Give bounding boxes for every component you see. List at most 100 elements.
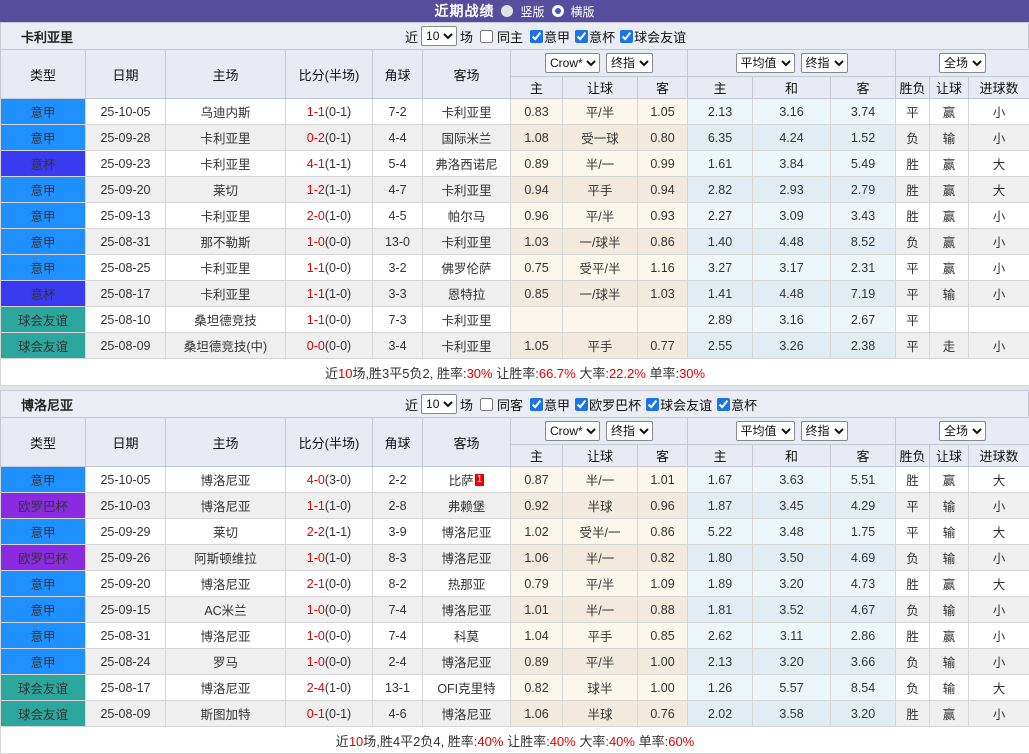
scope-select[interactable]: 全场 bbox=[939, 421, 986, 441]
match-date: 25-08-24 bbox=[86, 649, 166, 675]
col-result: 胜负 bbox=[896, 77, 930, 99]
match-score: 4-0(3-0) bbox=[286, 467, 373, 493]
result-flag: 胜 bbox=[896, 151, 930, 177]
away-team: 科莫 bbox=[423, 623, 511, 649]
home-team: 卡利亚里 bbox=[166, 203, 286, 229]
scope-select[interactable]: 全场 bbox=[939, 53, 986, 73]
match-type-badge: 意甲 bbox=[1, 203, 86, 229]
away-team: 博洛尼亚 bbox=[423, 597, 511, 623]
goals-flag: 小 bbox=[969, 597, 1029, 623]
result-flag: 平 bbox=[896, 281, 930, 307]
odds-dropdowns: Crow* 终指 bbox=[511, 418, 688, 445]
odds-home: 1.05 bbox=[511, 333, 563, 359]
match-date: 25-08-31 bbox=[86, 229, 166, 255]
avg-source-select[interactable]: 平均值 bbox=[736, 421, 795, 441]
away-team: 国际米兰 bbox=[423, 125, 511, 151]
goals-flag: 小 bbox=[969, 99, 1029, 125]
away-team: OFI克里特 bbox=[423, 675, 511, 701]
home-team: 乌迪内斯 bbox=[166, 99, 286, 125]
goals-flag: 大 bbox=[969, 571, 1029, 597]
radio-vertical-label[interactable]: 竖版 bbox=[520, 3, 544, 20]
result-flag: 平 bbox=[896, 99, 930, 125]
avg-home: 2.27 bbox=[688, 203, 753, 229]
match-row: 意甲25-09-29莱切2-2(1-1)3-9博洛尼亚1.02受半/一0.865… bbox=[1, 519, 1029, 545]
match-filters: 近 10 场 同主 意甲意杯球会友谊 bbox=[405, 26, 687, 46]
goals-flag: 小 bbox=[969, 545, 1029, 571]
match-score: 0-0(0-0) bbox=[286, 333, 373, 359]
home-team: 莱切 bbox=[166, 519, 286, 545]
match-date: 25-08-09 bbox=[86, 333, 166, 359]
same-venue-checkbox[interactable] bbox=[480, 30, 493, 43]
handicap-flag: 输 bbox=[930, 519, 969, 545]
home-team: 博洛尼亚 bbox=[166, 467, 286, 493]
corner-score: 13-0 bbox=[373, 229, 423, 255]
avg-home: 1.87 bbox=[688, 493, 753, 519]
odds-period-select[interactable]: 终指 bbox=[606, 421, 653, 441]
league-checkbox[interactable] bbox=[646, 398, 659, 411]
corner-score: 8-2 bbox=[373, 571, 423, 597]
scope-dropdown: 全场 bbox=[896, 418, 1029, 445]
odds-home: 0.94 bbox=[511, 177, 563, 203]
handicap-flag: 输 bbox=[930, 493, 969, 519]
odds-source-select[interactable]: Crow* bbox=[545, 53, 600, 73]
away-team: 博洛尼亚 bbox=[423, 545, 511, 571]
col-handicap-result: 让球 bbox=[930, 77, 969, 99]
avg-away: 1.75 bbox=[831, 519, 896, 545]
odds-source-select[interactable]: Crow* bbox=[545, 421, 600, 441]
avg-draw: 3.58 bbox=[753, 701, 831, 727]
radio-horizontal[interactable] bbox=[552, 5, 564, 17]
match-row: 意甲25-08-24罗马1-0(0-0)2-4博洛尼亚0.89平/半1.002.… bbox=[1, 649, 1029, 675]
league-checkbox[interactable] bbox=[717, 398, 730, 411]
away-team: 弗赖堡 bbox=[423, 493, 511, 519]
odds-handicap: 半/一 bbox=[563, 467, 638, 493]
goals-flag: 小 bbox=[969, 623, 1029, 649]
result-flag: 平 bbox=[896, 255, 930, 281]
near-count-select[interactable]: 10 bbox=[421, 26, 457, 46]
odds-handicap: 受半/一 bbox=[563, 519, 638, 545]
match-score: 0-1(0-1) bbox=[286, 701, 373, 727]
corner-score: 4-7 bbox=[373, 177, 423, 203]
result-flag: 平 bbox=[896, 307, 930, 333]
corner-score: 7-4 bbox=[373, 597, 423, 623]
avg-home: 2.55 bbox=[688, 333, 753, 359]
avg-home: 6.35 bbox=[688, 125, 753, 151]
radio-vertical[interactable] bbox=[501, 5, 513, 17]
league-checkbox[interactable] bbox=[620, 30, 633, 43]
league-checkbox[interactable] bbox=[530, 398, 543, 411]
home-team: 卡利亚里 bbox=[166, 125, 286, 151]
handicap-flag: 输 bbox=[930, 281, 969, 307]
match-score: 2-1(0-0) bbox=[286, 571, 373, 597]
away-team: 博洛尼亚 bbox=[423, 519, 511, 545]
col-home: 主场 bbox=[166, 50, 286, 99]
odds-period-select[interactable]: 终指 bbox=[606, 53, 653, 73]
avg-period-select[interactable]: 终指 bbox=[801, 421, 848, 441]
matches-table: 类型 日期 主场 比分(半场) 角球 客场 Crow*终指 平均值终指 全场 主… bbox=[0, 417, 1029, 754]
col-date: 日期 bbox=[86, 50, 166, 99]
col-avg-home: 主 bbox=[688, 445, 753, 467]
away-team: 博洛尼亚 bbox=[423, 649, 511, 675]
col-avg-draw: 和 bbox=[753, 445, 831, 467]
match-type-badge: 意甲 bbox=[1, 177, 86, 203]
league-label: 意甲 bbox=[544, 27, 570, 46]
radio-horizontal-label[interactable]: 横版 bbox=[571, 3, 595, 20]
avg-period-select[interactable]: 终指 bbox=[801, 53, 848, 73]
match-score: 1-0(1-0) bbox=[286, 545, 373, 571]
league-checkbox[interactable] bbox=[530, 30, 543, 43]
match-row: 意甲25-08-31博洛尼亚1-0(0-0)7-4科莫1.04平手0.852.6… bbox=[1, 623, 1029, 649]
match-date: 25-08-10 bbox=[86, 307, 166, 333]
match-date: 25-10-05 bbox=[86, 99, 166, 125]
same-venue-label: 同主 bbox=[497, 27, 523, 46]
avg-source-select[interactable]: 平均值 bbox=[736, 53, 795, 73]
away-team: 博洛尼亚 bbox=[423, 701, 511, 727]
same-venue-checkbox[interactable] bbox=[480, 398, 493, 411]
near-count-select[interactable]: 10 bbox=[421, 394, 457, 414]
league-checkbox[interactable] bbox=[575, 30, 588, 43]
handicap-flag: 赢 bbox=[930, 151, 969, 177]
league-checkbox[interactable] bbox=[575, 398, 588, 411]
match-type-badge: 意甲 bbox=[1, 99, 86, 125]
away-team: 弗洛西诺尼 bbox=[423, 151, 511, 177]
odds-home: 0.79 bbox=[511, 571, 563, 597]
col-score: 比分(半场) bbox=[286, 418, 373, 467]
odds-home: 0.83 bbox=[511, 99, 563, 125]
same-venue-label: 同客 bbox=[497, 395, 523, 414]
